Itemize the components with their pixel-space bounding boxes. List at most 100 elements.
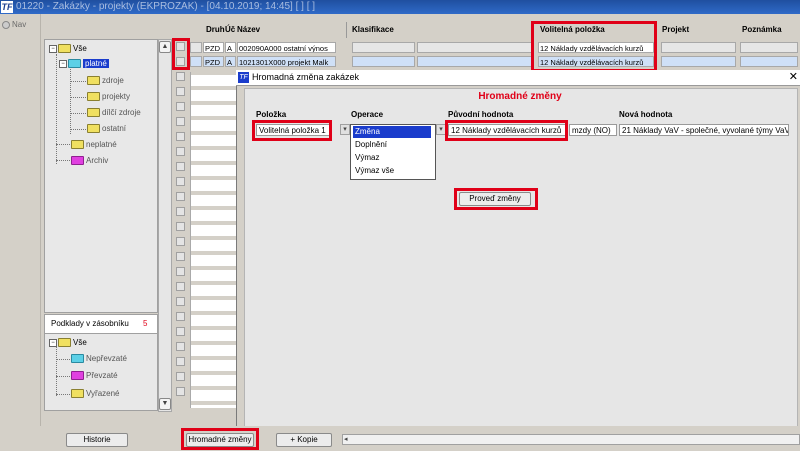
tree-node-zdroje[interactable]: zdroje: [87, 76, 124, 86]
table-cell[interactable]: [417, 56, 533, 67]
row-checkbox[interactable]: [176, 222, 185, 231]
tree-node-dilci-zdroje[interactable]: dílčí zdroje: [87, 108, 141, 118]
window-title-bar: TF 01220 - Zakázky - projekty (EKPROZAK)…: [0, 0, 800, 14]
row-checkbox[interactable]: [176, 372, 185, 381]
tree2-node-vyrazene[interactable]: Vyřazené: [71, 389, 120, 399]
label-polozka: Položka: [256, 110, 287, 119]
podklady-label: Podklady v zásobníku: [51, 319, 129, 328]
close-icon[interactable]: ✕: [789, 70, 798, 85]
row-checkbox[interactable]: [176, 102, 185, 111]
operace-option-zmena[interactable]: Změna: [353, 126, 431, 138]
row-checkbox[interactable]: [176, 252, 185, 261]
kopie-button[interactable]: + Kopie: [276, 433, 332, 447]
tree-node-label: Převzaté: [86, 371, 118, 380]
horizontal-scrollbar[interactable]: ◂: [342, 434, 800, 445]
nova-hodnota-input[interactable]: 21 Náklady VaV - společné, vyvolané týmy…: [619, 124, 789, 136]
tree2-node-neprevzate[interactable]: Nepřevzaté: [71, 354, 127, 364]
grid-empty-cells: [190, 72, 237, 408]
table-cell[interactable]: [190, 42, 202, 53]
table-cell[interactable]: [417, 42, 533, 53]
nav-toggle[interactable]: Nav: [2, 20, 26, 29]
tree-node-label: Vše: [73, 338, 87, 347]
row-checkbox[interactable]: [176, 72, 185, 81]
row-checkbox[interactable]: [176, 267, 185, 276]
row-checkbox[interactable]: [176, 237, 185, 246]
table-cell[interactable]: [190, 56, 202, 67]
table-cell-poznamka[interactable]: [740, 42, 798, 53]
nav-label: Nav: [12, 20, 27, 29]
col-separator: [346, 22, 347, 38]
chevron-down-icon[interactable]: ▾: [340, 124, 350, 135]
table-cell-druh[interactable]: PZD: [203, 42, 224, 53]
grid-vertical-scrollbar[interactable]: ▲ ▼: [158, 39, 172, 412]
col-header-uc[interactable]: Úč: [225, 25, 235, 34]
tree-node-root[interactable]: − Vše: [49, 44, 87, 54]
nav-radio-icon: [2, 20, 10, 29]
table-cell-uc[interactable]: A: [225, 42, 236, 53]
table-cell-nazev[interactable]: 1021301X000 projekt Malk: [237, 56, 336, 67]
row-checkbox[interactable]: [176, 312, 185, 321]
tree-node-label: neplatné: [86, 140, 117, 149]
podklady-header[interactable]: Podklady v zásobníku 5: [44, 314, 158, 334]
tree-node-projekty[interactable]: projekty: [87, 92, 130, 102]
puvodni-extra-input[interactable]: mzdy (NO): [569, 124, 617, 136]
table-cell-projekt[interactable]: [661, 56, 736, 67]
col-header-projekt[interactable]: Projekt: [662, 25, 689, 34]
dialog-title-bar: TF Hromadná změna zakázek ✕: [236, 70, 800, 86]
row-checkbox[interactable]: [176, 192, 185, 201]
category-tree: − Vše − platné zdroje projekty dílčí zdroj…: [44, 39, 158, 313]
table-cell-klasifikace[interactable]: [352, 56, 415, 67]
highlight-puvodni: [445, 120, 568, 141]
scroll-up-icon[interactable]: ▲: [159, 41, 171, 53]
table-cell-poznamka[interactable]: [740, 56, 798, 67]
scroll-left-icon[interactable]: ◂: [344, 435, 353, 444]
table-cell-klasifikace[interactable]: [352, 42, 415, 53]
highlight-polozka: [252, 120, 332, 141]
tree-node-label: Archiv: [86, 156, 109, 165]
row-checkbox[interactable]: [176, 387, 185, 396]
row-checkbox[interactable]: [176, 297, 185, 306]
row-checkbox[interactable]: [176, 87, 185, 96]
col-header-klasifikace[interactable]: Klasifikace: [352, 25, 394, 34]
row-checkbox[interactable]: [176, 117, 185, 126]
tree-node-archiv[interactable]: Archiv: [71, 156, 109, 166]
tree2-node-root[interactable]: − Vše: [49, 338, 87, 348]
label-operace: Operace: [351, 110, 384, 119]
row-checkbox[interactable]: [176, 177, 185, 186]
row-checkbox[interactable]: [176, 327, 185, 336]
window-title: 01220 - Zakázky - projekty (EKPROZAK) - …: [16, 1, 316, 12]
collapse-icon[interactable]: −: [49, 338, 57, 347]
row-checkbox[interactable]: [176, 162, 185, 171]
operace-option-vymaz-vse[interactable]: Výmaz vše: [353, 165, 431, 177]
col-header-poznamka[interactable]: Poznámka: [742, 25, 782, 34]
tree2-node-prevzate[interactable]: Převzaté: [71, 371, 118, 381]
operace-option-doplneni[interactable]: Doplnění: [353, 139, 431, 151]
col-header-druh[interactable]: Druh: [206, 25, 225, 34]
folder-icon: [71, 156, 84, 166]
historie-button[interactable]: Historie: [66, 433, 128, 447]
tree-node-label: Nepřevzaté: [86, 354, 127, 363]
collapse-icon[interactable]: −: [59, 59, 67, 68]
scroll-down-icon[interactable]: ▼: [159, 398, 171, 410]
row-checkbox[interactable]: [176, 342, 185, 351]
app-icon: TF: [1, 1, 13, 13]
table-cell-uc[interactable]: A: [225, 56, 236, 67]
tree-node-ostatni[interactable]: ostatní: [87, 124, 126, 134]
row-checkbox[interactable]: [176, 282, 185, 291]
col-header-nazev[interactable]: Název: [237, 25, 260, 34]
row-checkbox[interactable]: [176, 357, 185, 366]
row-checkbox[interactable]: [176, 207, 185, 216]
table-cell-projekt[interactable]: [661, 42, 736, 53]
tree-node-platne[interactable]: − platné: [59, 59, 109, 69]
podklady-tree: − Vše Nepřevzaté Převzaté Vyřazené: [44, 333, 158, 411]
label-nova: Nová hodnota: [619, 110, 673, 119]
collapse-icon[interactable]: −: [49, 44, 57, 53]
table-cell-druh[interactable]: PZD: [203, 56, 224, 67]
tree-node-label: Vše: [73, 44, 87, 53]
operace-option-vymaz[interactable]: Výmaz: [353, 152, 431, 164]
folder-icon: [58, 44, 71, 54]
row-checkbox[interactable]: [176, 132, 185, 141]
tree-node-neplatne[interactable]: neplatné: [71, 140, 117, 150]
row-checkbox[interactable]: [176, 147, 185, 156]
table-cell-nazev[interactable]: 002090A000 ostatní výnos: [237, 42, 336, 53]
